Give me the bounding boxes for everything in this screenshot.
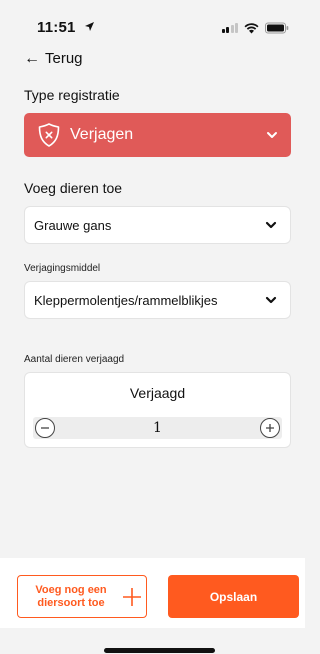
status-bar: 11:51 [0, 0, 305, 44]
back-arrow-icon: ← [24, 49, 40, 67]
count-value: 1 [153, 420, 162, 436]
wifi-icon [244, 22, 259, 33]
chevron-down-icon [267, 132, 277, 138]
registration-type-label: Type registratie [24, 87, 120, 103]
battery-icon [265, 22, 289, 34]
species-value: Grauwe gans [34, 217, 112, 233]
increment-button[interactable] [260, 418, 280, 438]
back-label: Terug [45, 50, 83, 67]
bottom-action-bar: Voeg nog een diersoort toe Opslaan [0, 558, 305, 628]
save-label: Opslaan [209, 589, 258, 604]
registration-type-value: Verjagen [70, 126, 134, 143]
species-dropdown[interactable]: Grauwe gans [24, 206, 291, 244]
scare-method-dropdown[interactable]: Kleppermolentjes/rammelblikjes [24, 281, 291, 319]
count-label: Aantal dieren verjaagd [24, 354, 125, 365]
status-time-text: 11:51 [37, 19, 76, 36]
chevron-down-icon [265, 221, 277, 229]
add-species-label: Voeg nog een diersoort toe [35, 583, 107, 609]
status-time: 11:51 [37, 19, 95, 36]
home-indicator[interactable] [104, 648, 215, 653]
save-button[interactable]: Opslaan [168, 575, 299, 618]
quantity-stepper: 1 [33, 417, 282, 439]
add-animals-label: Voeg dieren toe [24, 180, 123, 196]
count-card: Verjaagd 1 [24, 372, 291, 448]
plus-icon [123, 587, 141, 606]
scare-method-value: Kleppermolentjes/rammelblikjes [34, 292, 218, 308]
screen: 11:51 ← Terug Type registratie Verjagen … [0, 0, 305, 654]
plus-icon [266, 424, 274, 432]
status-icons [221, 22, 290, 34]
back-button[interactable]: ← Terug [24, 50, 83, 67]
shield-x-icon [38, 123, 60, 147]
location-arrow-icon [84, 22, 94, 31]
scare-method-label: Verjagingsmiddel [24, 263, 101, 274]
chevron-down-icon [265, 296, 277, 304]
cellular-signal-icon [221, 23, 238, 33]
add-species-button[interactable]: Voeg nog een diersoort toe [17, 575, 147, 618]
registration-type-dropdown[interactable]: Verjagen [24, 113, 291, 157]
count-title: Verjaagd [129, 385, 186, 401]
